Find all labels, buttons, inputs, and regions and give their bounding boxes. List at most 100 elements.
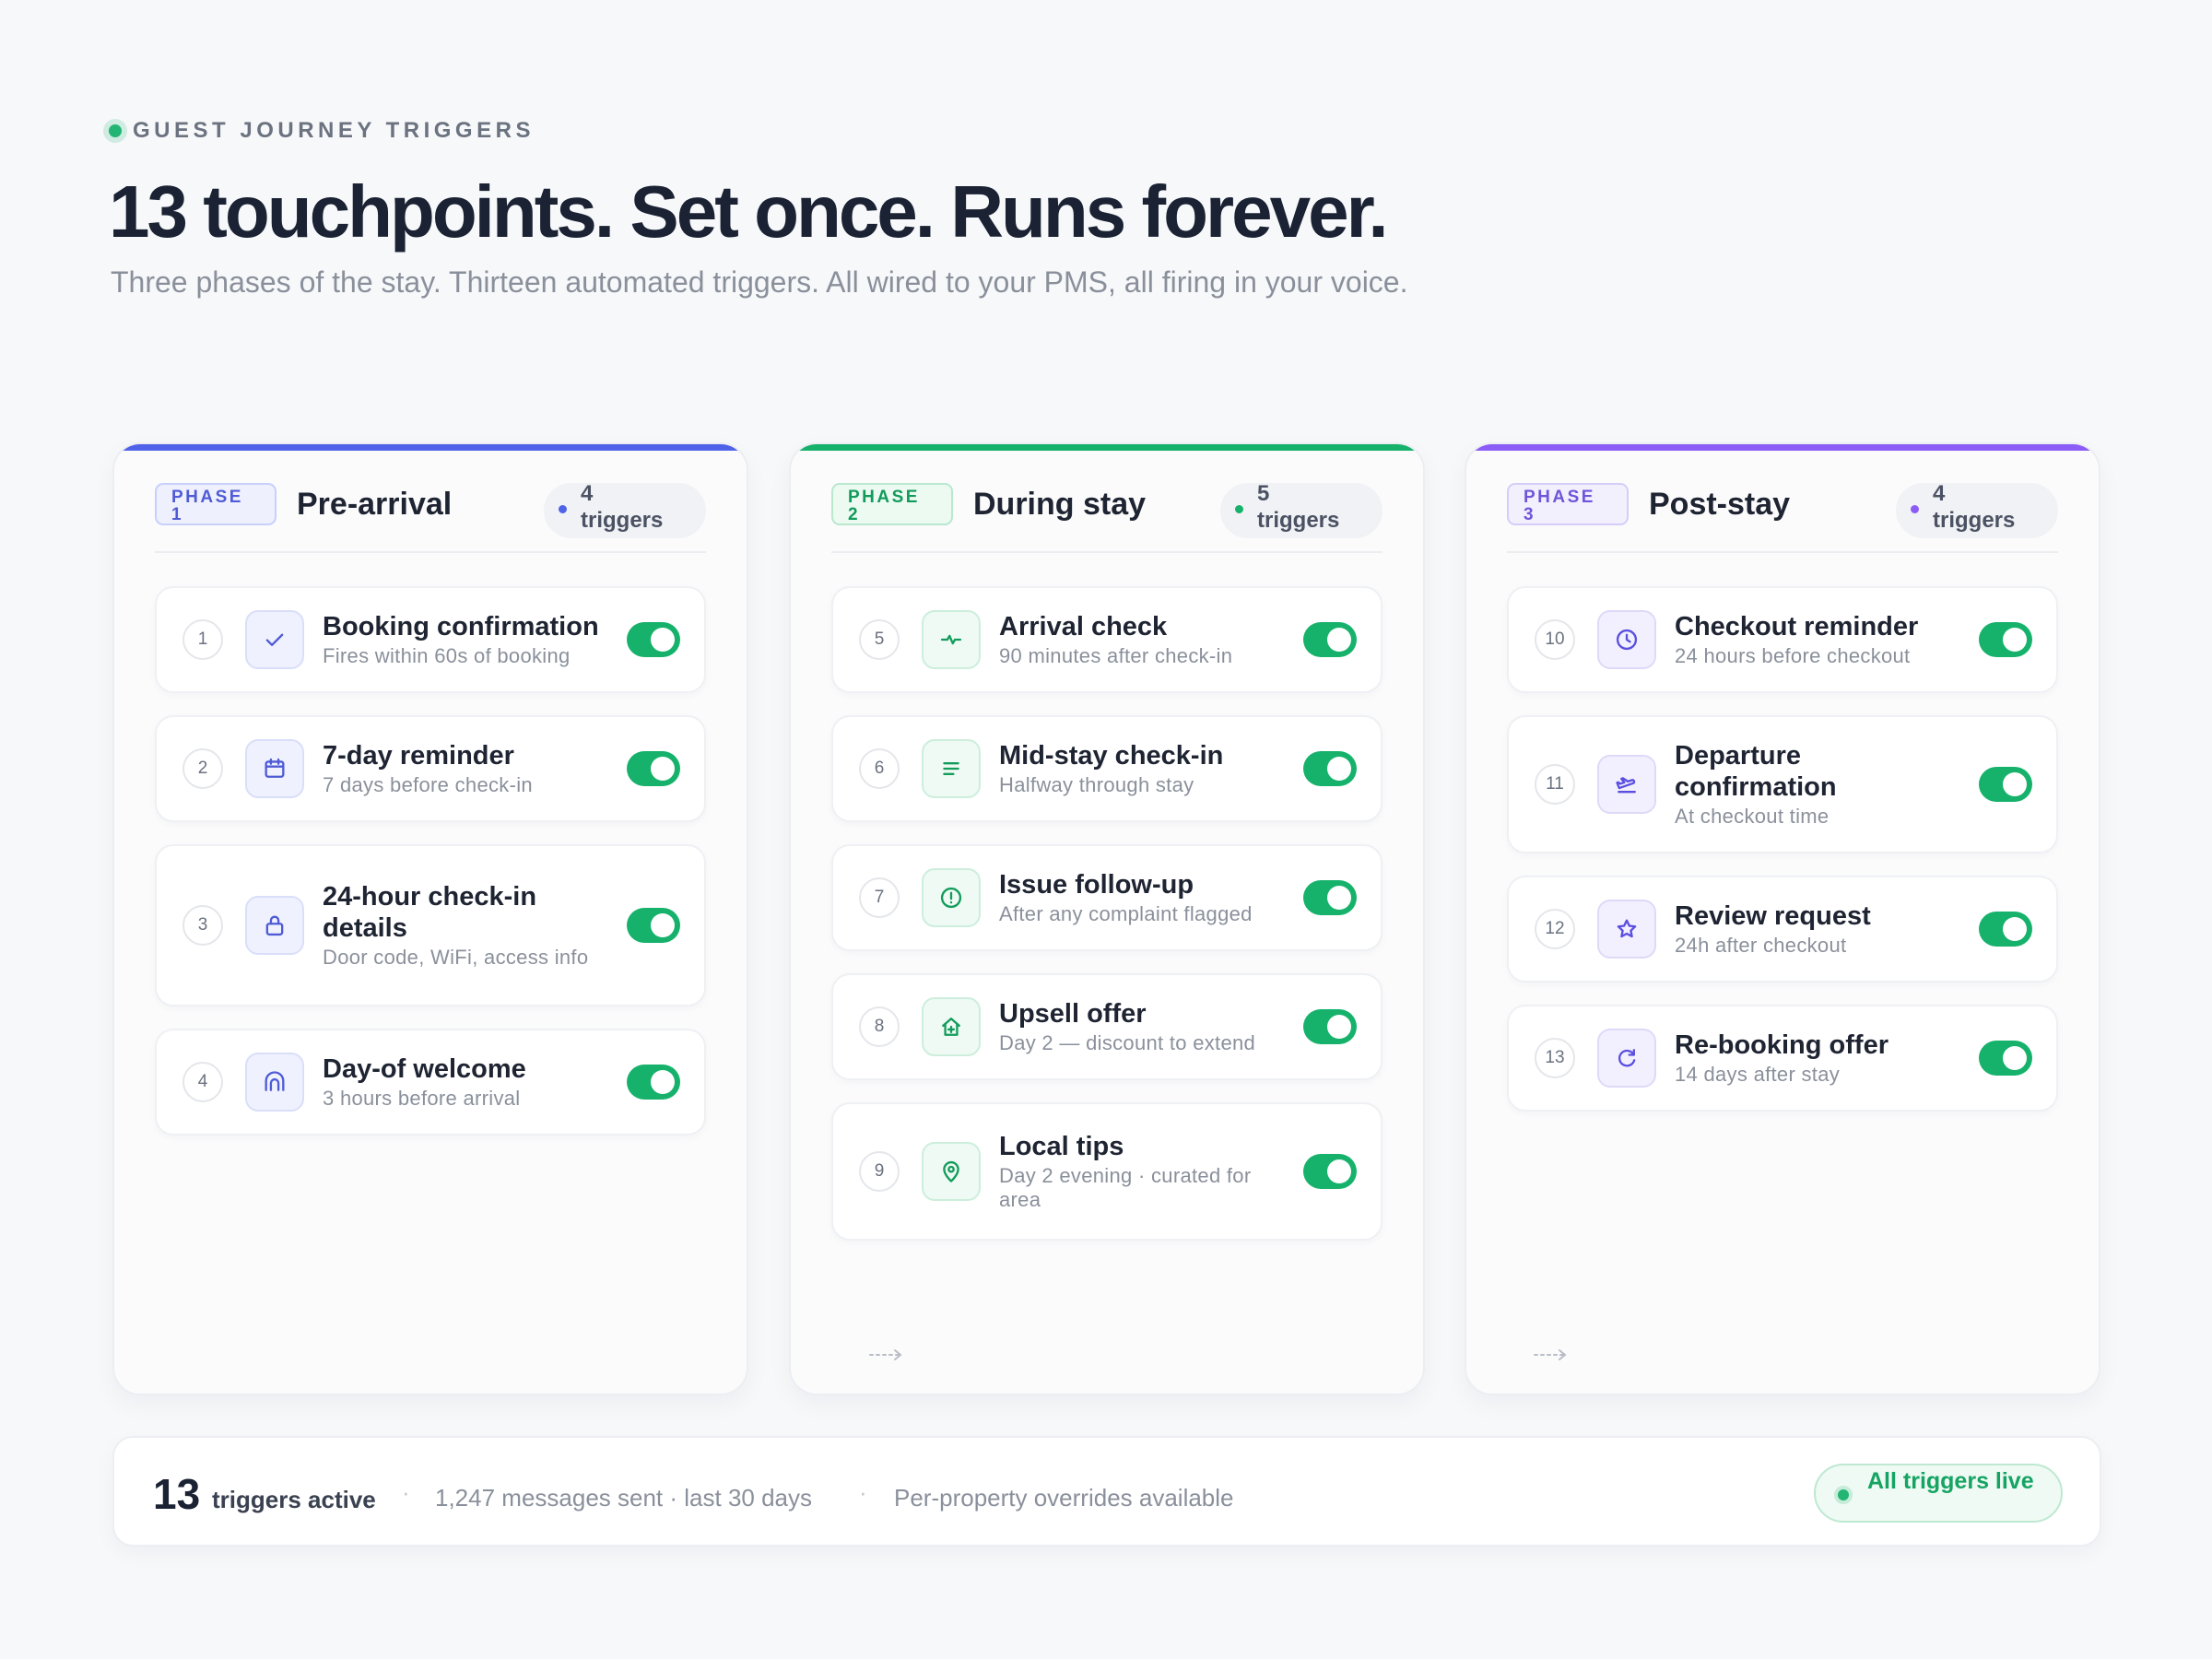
phase-badge: PHASE 1 <box>155 483 276 525</box>
active-count-label: triggers active <box>212 1486 376 1513</box>
trigger-title: Checkout reminder <box>1675 612 1919 641</box>
live-dot-icon <box>1838 1489 1849 1500</box>
trigger-row[interactable]: 7 Issue follow-up After any complaint fla… <box>831 844 1382 951</box>
calendar-icon <box>245 739 304 798</box>
trigger-row[interactable]: 11 Departure confirmation At checkout tim… <box>1507 715 2058 853</box>
map-pin-icon <box>922 1142 981 1201</box>
phase-card-pre-arrival: PHASE 1 Pre-arrival 4 triggers 1 Booking… <box>112 442 748 1395</box>
trigger-count-badge: 5 triggers <box>1220 481 1382 538</box>
trigger-title: Local tips <box>999 1132 1124 1161</box>
trigger-title: Mid-stay check-in <box>999 741 1224 771</box>
trigger-subtitle: 90 minutes after check-in <box>999 644 1233 667</box>
lines-icon <box>922 739 981 798</box>
phase-badge-number: 3 <box>1524 505 1534 524</box>
star-icon <box>1597 900 1656 959</box>
phase-header: PHASE 1 Pre-arrival 4 triggers <box>155 481 706 553</box>
phase-name: During stay <box>973 487 1147 522</box>
phase-badge-label: PHASE <box>1524 488 1595 507</box>
trigger-title: Upsell offer <box>999 999 1147 1029</box>
trigger-toggle[interactable] <box>1303 880 1357 915</box>
trigger-list: 5 Arrival check 90 minutes after check-in… <box>831 586 1382 1263</box>
trigger-row[interactable]: 4 Day-of welcome 3 hours before arrival <box>155 1029 706 1135</box>
phase-badge: PHASE 2 <box>831 483 953 525</box>
trigger-index: 8 <box>859 1006 900 1047</box>
trigger-index: 11 <box>1535 764 1575 805</box>
trigger-row[interactable]: 2 7-day reminder 7 days before check-in <box>155 715 706 822</box>
trigger-index: 4 <box>182 1062 223 1102</box>
trigger-count-badge: 4 triggers <box>1896 481 2058 538</box>
trigger-index: 7 <box>859 877 900 918</box>
phase-name: Pre-arrival <box>297 487 453 522</box>
trigger-toggle[interactable] <box>627 751 680 786</box>
trigger-row[interactable]: 12 Review request 24h after checkout <box>1507 876 2058 982</box>
trigger-count-dot-icon <box>1911 505 1919 513</box>
door-icon <box>245 1053 304 1112</box>
trigger-toggle[interactable] <box>1979 767 2032 802</box>
trigger-toggle[interactable] <box>627 908 680 943</box>
flow-arrow-icon <box>1534 1349 1567 1360</box>
phase-badge-label: PHASE <box>171 488 243 507</box>
trigger-title: Review request <box>1675 901 1871 931</box>
trigger-row[interactable]: 9 Local tips Day 2 evening · curated for … <box>831 1102 1382 1241</box>
active-count: 13 <box>153 1470 201 1518</box>
trigger-index: 1 <box>182 619 223 660</box>
trigger-index: 12 <box>1535 909 1575 949</box>
trigger-subtitle: After any complaint flagged <box>999 902 1253 925</box>
status-dot-icon <box>109 124 122 137</box>
trigger-row[interactable]: 6 Mid-stay check-in Halfway through stay <box>831 715 1382 822</box>
trigger-subtitle: At checkout time <box>1675 805 1830 828</box>
trigger-title: 24-hour check-in details <box>323 882 537 943</box>
trigger-row[interactable]: 10 Checkout reminder 24 hours before chec… <box>1507 586 2058 693</box>
trigger-subtitle: 3 hours before arrival <box>323 1087 521 1110</box>
trigger-subtitle: 14 days after stay <box>1675 1063 1841 1086</box>
trigger-subtitle: Door code, WiFi, access info <box>323 946 589 969</box>
trigger-row[interactable]: 13 Re-booking offer 14 days after stay <box>1507 1005 2058 1112</box>
phase-name: Post-stay <box>1649 487 1791 522</box>
overrides-note: Per-property overrides available <box>894 1484 1234 1512</box>
page-title: 13 touchpoints. Set once. Runs forever. <box>109 171 1389 253</box>
trigger-subtitle: Day 2 evening · curated for area <box>999 1164 1252 1211</box>
trigger-title: Booking confirmation <box>323 612 599 641</box>
trigger-toggle[interactable] <box>1979 912 2032 947</box>
messages-stat: 1,247 messages sent · last 30 days <box>435 1484 813 1512</box>
trigger-toggle[interactable] <box>627 1065 680 1100</box>
trigger-title: 7-day reminder <box>323 741 514 771</box>
alert-circle-icon <box>922 868 981 927</box>
trigger-toggle[interactable] <box>1303 1009 1357 1044</box>
trigger-title: Departure confirmation <box>1675 741 1837 802</box>
trigger-toggle[interactable] <box>1979 1041 2032 1076</box>
trigger-count-badge: 4 triggers <box>544 481 706 538</box>
pulse-icon <box>922 610 981 669</box>
phase-card-during-stay: PHASE 2 During stay 5 triggers 5 Arrival… <box>789 442 1425 1395</box>
trigger-row[interactable]: 8 Upsell offer Day 2 — discount to extend <box>831 973 1382 1080</box>
separator: · <box>402 1478 410 1506</box>
lock-icon <box>245 896 304 955</box>
trigger-index: 3 <box>182 905 223 946</box>
trigger-index: 2 <box>182 748 223 789</box>
trigger-row[interactable]: 3 24-hour check-in details Door code, WiF… <box>155 844 706 1006</box>
flow-arrow-icon <box>869 1349 902 1360</box>
trigger-toggle[interactable] <box>1979 622 2032 657</box>
trigger-subtitle: 24 hours before checkout <box>1675 644 1911 667</box>
trigger-row[interactable]: 1 Booking confirmation Fires within 60s o… <box>155 586 706 693</box>
trigger-toggle[interactable] <box>1303 751 1357 786</box>
trigger-toggle[interactable] <box>627 622 680 657</box>
separator: · <box>859 1478 867 1506</box>
trigger-title: Arrival check <box>999 612 1168 641</box>
status-badge-label: All triggers live <box>1867 1468 2034 1494</box>
trigger-toggle[interactable] <box>1303 1154 1357 1189</box>
trigger-index: 5 <box>859 619 900 660</box>
trigger-toggle[interactable] <box>1303 622 1357 657</box>
phase-columns: PHASE 1 Pre-arrival 4 triggers 1 Booking… <box>112 442 2101 1395</box>
refresh-icon <box>1597 1029 1656 1088</box>
trigger-title: Day-of welcome <box>323 1054 526 1084</box>
trigger-subtitle: 7 days before check-in <box>323 773 533 796</box>
phase-badge: PHASE 3 <box>1507 483 1629 525</box>
trigger-subtitle: Halfway through stay <box>999 773 1194 796</box>
phase-header: PHASE 3 Post-stay 4 triggers <box>1507 481 2058 553</box>
section-eyebrow: GUEST JOURNEY TRIGGERS <box>109 118 535 144</box>
page-subtitle: Three phases of the stay. Thirteen autom… <box>111 265 1408 299</box>
trigger-subtitle: Day 2 — discount to extend <box>999 1031 1256 1054</box>
trigger-row[interactable]: 5 Arrival check 90 minutes after check-in <box>831 586 1382 693</box>
status-badge: All triggers live <box>1814 1464 2063 1523</box>
